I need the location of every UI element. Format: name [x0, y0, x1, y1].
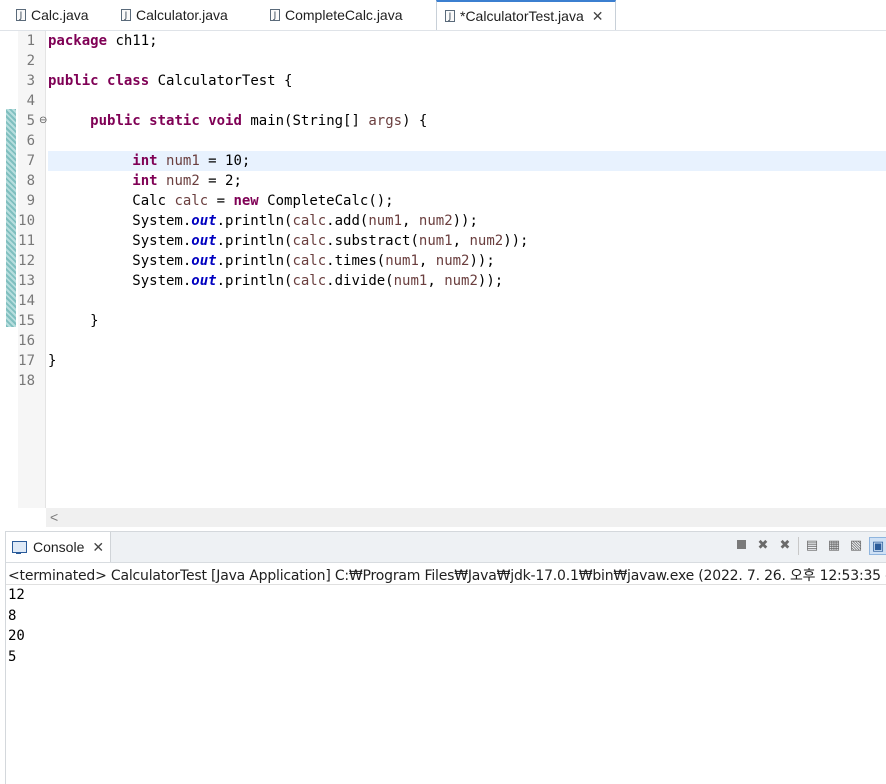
console-header: Console ✕ ✖ ✖ ▤ ▦ ▧ ▣ — [6, 532, 886, 563]
code-line-current: int num1 = 10; — [48, 151, 886, 171]
java-file-icon: J — [16, 9, 26, 21]
fold-collapse-icon[interactable]: ⊖ — [39, 115, 47, 126]
code-line: public static void main(String[] args) { — [90, 113, 428, 129]
pin-console-icon[interactable]: ▧ — [847, 537, 865, 555]
tab-calculator-java[interactable]: J Calculator.java — [113, 0, 255, 30]
code-line: int num2 = 2; — [132, 173, 242, 189]
code-line: } — [48, 313, 99, 329]
line-number: 14 — [18, 293, 35, 309]
scroll-lock-icon[interactable]: ▤ — [803, 537, 821, 555]
code-editor[interactable]: 1 2 3 4 5 6 7 8 9 10 11 12 13 14 15 16 1… — [0, 31, 886, 527]
close-icon[interactable]: ✕ — [92, 539, 104, 556]
console-output[interactable]: 12 8 20 5 — [8, 585, 25, 667]
tab-calc-java[interactable]: J Calc.java — [8, 0, 112, 30]
code-line: System.out.println(calc.divide(num1, num… — [48, 273, 504, 289]
editor-tab-bar: J Calc.java J Calculator.java J Complete… — [0, 0, 886, 31]
scroll-left-arrow-icon[interactable]: < — [50, 508, 58, 527]
line-number: 10 — [18, 213, 35, 229]
tab-calculatortest-java[interactable]: J *CalculatorTest.java ✕ — [436, 0, 616, 30]
line-number: 3 — [26, 73, 35, 89]
line-number: 13 — [18, 273, 35, 289]
java-file-icon: J — [445, 10, 455, 22]
terminate-icon[interactable] — [732, 537, 750, 555]
console-output-line: 12 — [8, 587, 25, 603]
toolbar-separator — [798, 537, 799, 555]
line-number: 16 — [18, 333, 35, 349]
line-number: 5 — [26, 113, 35, 129]
line-number: 1 — [26, 33, 35, 49]
horizontal-scrollbar[interactable]: < — [46, 508, 886, 527]
line-number: 4 — [26, 93, 35, 109]
remove-all-terminated-icon[interactable]: ✖ — [776, 537, 794, 555]
console-output-line: 8 — [8, 607, 17, 624]
tab-console[interactable]: Console ✕ — [6, 532, 112, 562]
line-number-ruler: 1 2 3 4 5 6 7 8 9 10 11 12 13 14 15 16 1… — [18, 31, 47, 508]
tab-label: *CalculatorTest.java — [460, 8, 584, 24]
code-line: } — [48, 353, 57, 369]
console-tab-label: Console — [33, 539, 85, 555]
line-number: 17 — [18, 353, 35, 369]
line-number: 15 — [18, 313, 35, 329]
word-wrap-icon[interactable]: ▦ — [825, 537, 843, 555]
code-line: System.out.println(calc.times(num1, num2… — [48, 253, 495, 269]
display-console-icon[interactable]: ▣ — [869, 537, 886, 555]
line-number: 7 — [26, 153, 35, 169]
console-output-line: 5 — [8, 648, 17, 665]
code-line: System.out.println(calc.add(num1, num2))… — [48, 213, 478, 229]
line-number: 2 — [26, 53, 35, 69]
tab-completecalc-java[interactable]: J CompleteCalc.java — [262, 0, 432, 30]
remove-launch-icon[interactable]: ✖ — [754, 537, 772, 555]
line-number: 11 — [18, 233, 35, 249]
close-icon[interactable]: ✕ — [592, 8, 604, 25]
java-file-icon: J — [270, 9, 280, 21]
line-number: 8 — [26, 173, 35, 189]
code-line: package ch11; — [48, 33, 158, 49]
tab-label: CompleteCalc.java — [285, 7, 403, 23]
tab-label: Calculator.java — [136, 7, 228, 23]
code-line: System.out.println(calc.substract(num1, … — [48, 233, 529, 249]
line-number: 18 — [18, 373, 35, 389]
console-view: Console ✕ ✖ ✖ ▤ ▦ ▧ ▣ <terminated> Calcu… — [5, 531, 886, 784]
console-monitor-icon — [12, 541, 27, 554]
line-number: 12 — [18, 253, 35, 269]
line-number: 6 — [26, 133, 35, 149]
divider — [6, 584, 886, 585]
line-number: 9 — [26, 193, 35, 209]
java-file-icon: J — [121, 9, 131, 21]
console-output-line: 20 — [8, 628, 25, 644]
console-process-description: <terminated> CalculatorTest [Java Applic… — [8, 568, 886, 584]
console-toolbar: ✖ ✖ ▤ ▦ ▧ ▣ — [732, 537, 886, 555]
code-line: public class CalculatorTest { — [48, 73, 293, 89]
tab-label: Calc.java — [31, 7, 89, 23]
code-line: Calc calc = new CompleteCalc(); — [48, 193, 394, 209]
